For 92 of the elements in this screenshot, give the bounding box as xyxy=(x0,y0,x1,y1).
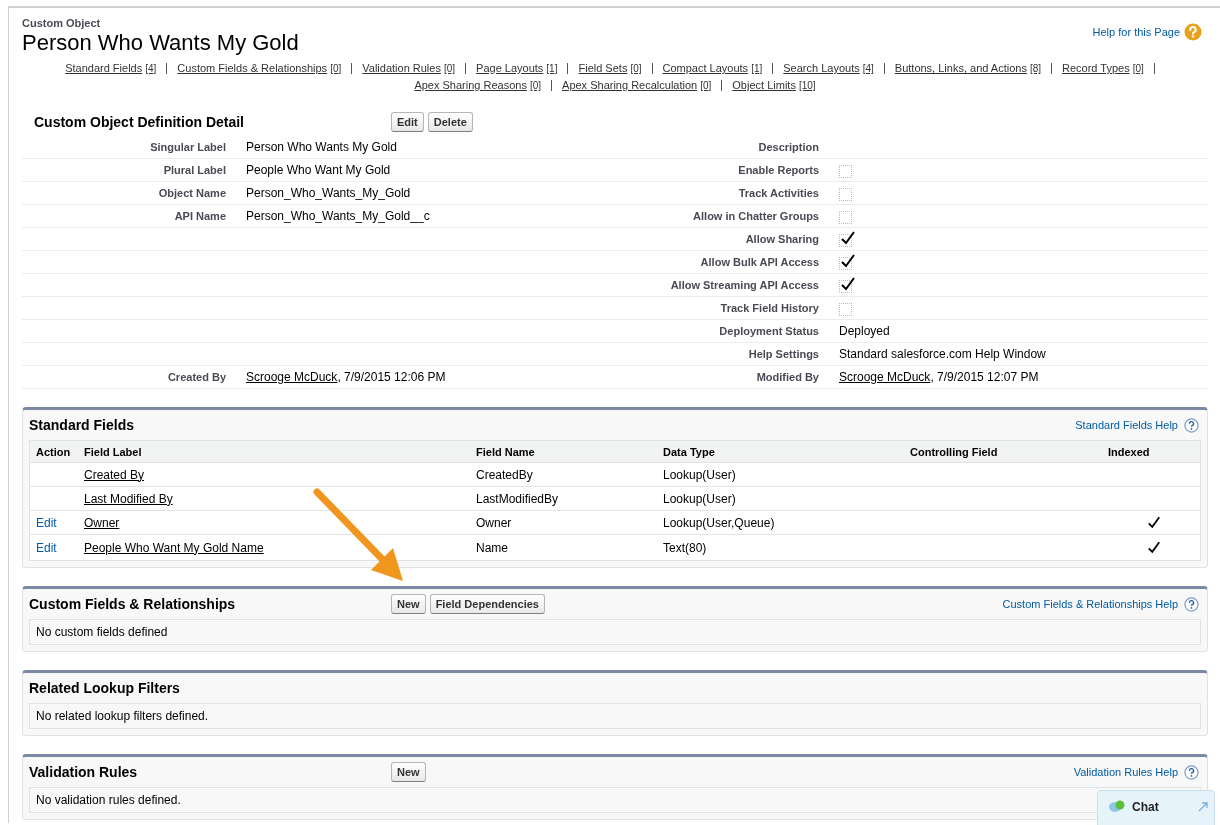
chat-widget[interactable]: Chat xyxy=(1097,790,1215,825)
field-label: Allow Sharing xyxy=(745,233,819,245)
field-value: Deployed xyxy=(839,324,890,338)
column-header: Field Label xyxy=(83,445,143,458)
link-count: [10] xyxy=(798,79,816,93)
link-count: [8] xyxy=(1029,62,1042,76)
field-label: Allow Bulk API Access xyxy=(700,256,819,268)
action-button[interactable]: Field Dependencies xyxy=(429,594,545,614)
field-label: Object Name xyxy=(158,187,226,199)
field-label: Track Field History xyxy=(720,302,819,314)
field-label: Allow Streaming API Access xyxy=(670,279,819,291)
section-link[interactable]: Record Types xyxy=(1062,60,1130,77)
column-header: Data Type xyxy=(662,445,716,458)
detail-title: Custom Object Definition Detail xyxy=(34,114,245,130)
field-label: Plural Label xyxy=(163,164,226,176)
field-link[interactable]: Last Modified By xyxy=(84,491,173,506)
help-icon[interactable] xyxy=(1184,764,1199,780)
table-cell: LastModifiedBy xyxy=(476,491,559,506)
field-label: Singular Label xyxy=(150,141,226,153)
link-count: [0] xyxy=(529,79,542,93)
section-link[interactable]: Apex Sharing Recalculation xyxy=(562,77,698,94)
action-button[interactable]: New xyxy=(391,762,426,782)
section-title: Custom Fields & Relationships xyxy=(29,596,237,612)
object-type-label: Custom Object xyxy=(22,16,102,30)
link-count: [4] xyxy=(145,62,157,76)
help-link[interactable]: Standard Fields Help xyxy=(1075,419,1178,431)
help-link[interactable]: Help for this Page xyxy=(1092,26,1180,38)
help-link[interactable]: Custom Fields & Relationships Help xyxy=(1002,598,1178,610)
field-link[interactable]: Created By xyxy=(84,467,145,482)
section-link[interactable]: Compact Layouts xyxy=(662,60,749,77)
section-link[interactable]: Page Layouts xyxy=(476,60,544,77)
section-title: Validation Rules xyxy=(29,764,139,780)
page-title: Person Who Wants My Gold xyxy=(22,30,299,56)
chat-bubble-icon xyxy=(1108,800,1126,814)
section-link[interactable]: Standard Fields xyxy=(65,60,143,77)
section-link[interactable]: Validation Rules xyxy=(362,60,441,77)
section-link[interactable]: Apex Sharing Reasons xyxy=(414,77,527,94)
section-link[interactable]: Search Layouts xyxy=(783,60,860,77)
field-label: Deployment Status xyxy=(719,325,819,337)
link-count: [0] xyxy=(330,62,342,76)
timestamp: , 7/9/2015 12:06 PM xyxy=(337,370,446,384)
field-label: Track Activities xyxy=(738,187,819,199)
action-button[interactable]: Delete xyxy=(427,112,473,132)
help-icon[interactable] xyxy=(1184,417,1199,433)
link-count: [1] xyxy=(546,62,558,76)
section-link[interactable]: Object Limits xyxy=(732,77,796,94)
help-link[interactable]: Validation Rules Help xyxy=(1073,766,1178,778)
field-value: Standard salesforce.com Help Window xyxy=(839,347,1046,361)
section-title: Related Lookup Filters xyxy=(29,680,181,696)
field-label: Description xyxy=(758,141,819,153)
action-button[interactable]: Edit xyxy=(391,112,424,132)
table-cell: Lookup(User) xyxy=(663,491,736,506)
field-value: Person_Who_Wants_My_Gold xyxy=(246,186,411,200)
field-link[interactable]: Owner xyxy=(84,515,120,530)
edit-link[interactable]: Edit xyxy=(36,515,57,530)
action-button[interactable]: New xyxy=(391,594,426,614)
link-count: [0] xyxy=(443,62,456,76)
field-value: People Who Want My Gold xyxy=(246,163,391,177)
edit-link[interactable]: Edit xyxy=(36,540,57,555)
column-header: Controlling Field xyxy=(909,445,999,458)
link-count: [4] xyxy=(862,62,874,76)
table-cell: Name xyxy=(476,540,508,555)
section-link[interactable]: Field Sets xyxy=(578,60,628,77)
timestamp: , 7/9/2015 12:07 PM xyxy=(930,370,1039,384)
section-link[interactable]: Custom Fields & Relationships xyxy=(177,60,328,77)
column-header: Action xyxy=(35,445,72,458)
table-cell: CreatedBy xyxy=(476,467,533,482)
link-count: [0] xyxy=(1132,62,1144,76)
field-value: Person Who Wants My Gold xyxy=(246,140,397,154)
field-label: Allow in Chatter Groups xyxy=(693,210,819,222)
empty-message: No custom fields defined xyxy=(29,619,1201,645)
field-link[interactable]: People Who Want My Gold Name xyxy=(84,540,264,555)
section-title: Standard Fields xyxy=(29,417,136,433)
field-label: API Name xyxy=(174,210,226,222)
link-count: [0] xyxy=(700,79,712,93)
field-label: Enable Reports xyxy=(738,164,819,176)
table-cell: Lookup(User) xyxy=(663,467,736,482)
link-count: [1] xyxy=(751,62,763,76)
table-cell: Lookup(User,Queue) xyxy=(663,515,775,530)
link-count: [0] xyxy=(630,62,642,76)
field-label: Help Settings xyxy=(748,348,819,360)
column-header: Indexed xyxy=(1107,445,1151,458)
empty-message: No related lookup filters defined. xyxy=(29,703,1201,729)
table-cell: Text(80) xyxy=(663,540,707,555)
chat-label: Chat xyxy=(1132,800,1159,814)
column-header: Field Name xyxy=(475,445,536,458)
help-icon[interactable] xyxy=(1184,596,1199,612)
field-label: Created By xyxy=(167,371,226,383)
table-cell: Owner xyxy=(476,515,512,530)
field-label: Modified By xyxy=(756,371,819,383)
field-value: Person_Who_Wants_My_Gold__c xyxy=(246,209,430,223)
section-link[interactable]: Buttons, Links, and Actions xyxy=(894,60,1027,77)
